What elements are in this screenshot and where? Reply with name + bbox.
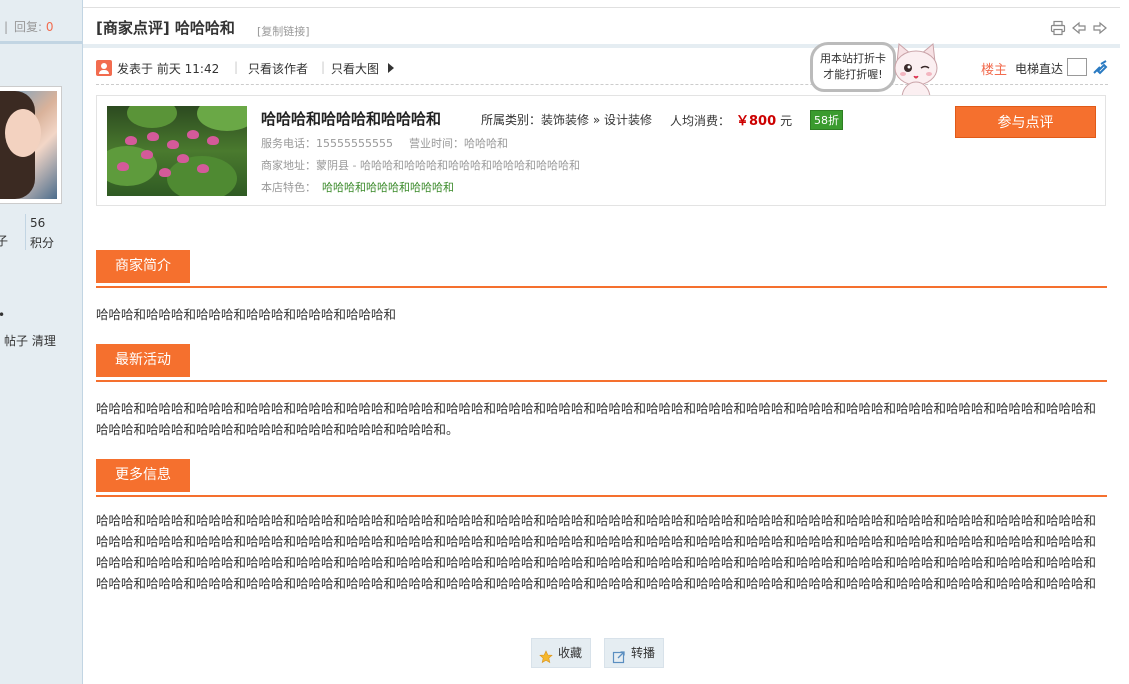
posted-time: 发表于 前天 11:42 [117,62,220,76]
section-tab: 更多信息 [96,459,190,492]
meta-divider [96,84,1108,85]
elevator-input[interactable] [1067,58,1087,76]
thread-stats: | 回复: 0 [0,0,82,44]
only-big-image-link[interactable]: 只看大图 [331,60,379,77]
shop-card: 哈哈哈和哈哈哈和哈哈哈和 所属类别：装饰装修 » 设计装修 人均消费： ￥800 元… [96,95,1106,206]
copy-link[interactable]: [复制链接] [257,23,310,39]
print-icon[interactable] [1050,20,1066,36]
section-activity-body: 哈哈哈和哈哈哈和哈哈哈和哈哈哈和哈哈哈和哈哈哈和哈哈哈和哈哈哈和哈哈哈和哈哈哈和… [96,401,1097,437]
reply-count: 0 [45,20,54,34]
mascot-line-2: 才能打折喔! [823,68,883,81]
user-ops-links[interactable]: 帖子 清理 [4,332,56,349]
section-intro-body: 哈哈哈和哈哈哈和哈哈哈和哈哈哈和哈哈哈和哈哈哈和 [96,307,397,322]
bullet: • [0,308,5,322]
share-icon [612,646,626,664]
section-tab: 最新活动 [96,344,190,377]
shop-name: 哈哈哈和哈哈哈和哈哈哈和 [261,110,442,128]
points-value[interactable]: 56 [30,216,45,230]
user-icon [96,60,112,76]
section-more-header: 更多信息 [96,459,1107,497]
features-label: 本店特色： [261,181,316,194]
avg-spend-label: 人均消费： [670,114,731,128]
prev-thread-icon[interactable] [1071,20,1087,36]
left-sidebar: | 回复: 0 子 56 积分 • 帖子 清理 [0,0,83,684]
post-main: [商家点评] 哈哈哈和 [复制链接] 发表于 前天 11:42 | 只看该作者 … [83,0,1120,684]
share-label: 转播 [631,646,656,660]
reply-stat: | 回复: 0 [4,18,54,35]
review-button[interactable]: 参与点评 [955,106,1096,138]
post-meta: 发表于 前天 11:42 | 只看该作者 | 只看大图 楼主 电梯直达 [96,58,1108,80]
avg-spend: 人均消费： ￥800 元 [670,110,792,129]
thread-title: [商家点评] 哈哈哈和 [96,19,235,37]
top-border [83,7,1120,8]
shop-photo[interactable] [107,106,247,196]
title-icons [1045,20,1108,39]
next-thread-icon[interactable] [1092,20,1108,36]
meta-separator: | [234,60,239,74]
avg-price: ￥800 [736,114,777,129]
section-intro-header: 商家简介 [96,250,1107,288]
shop-features-line: 本店特色： 哈哈哈和哈哈哈和哈哈哈和 [261,179,454,195]
shop-contact-line: 服务电话：15555555555 营业时间：哈哈哈和 [261,135,508,151]
stat-label-fragment: 子 [0,232,8,249]
share-button[interactable]: 转播 [604,638,664,668]
section-more-body: 哈哈哈和哈哈哈和哈哈哈和哈哈哈和哈哈哈和哈哈哈和哈哈哈和哈哈哈和哈哈哈和哈哈哈和… [96,513,1097,591]
price-unit: 元 [780,114,793,128]
mascot-speech-bubble: 用本站打折卡 才能打折喔! [810,42,896,92]
shop-address: 商家地址：蒙阴县 - 哈哈哈和哈哈哈和哈哈哈和哈哈哈和哈哈哈和 [261,159,580,172]
shop-category[interactable]: 所属类别：装饰装修 » 设计装修 [481,111,652,128]
section-tab: 商家简介 [96,250,190,283]
section-activity-header: 最新活动 [96,344,1107,382]
title-underline [83,44,1120,48]
points-label: 积分 [30,236,55,250]
shop-phone: 服务电话：15555555555 [261,137,393,150]
shop-hours: 营业时间：哈哈哈和 [408,137,508,150]
stat-separator: | [4,20,9,34]
star-icon [539,646,553,664]
user-stats: 子 56 积分 [0,214,82,254]
meta-separator: | [321,60,326,74]
reply-label: 回复: [14,20,43,34]
shop-features: 哈哈哈和哈哈哈和哈哈哈和 [322,181,454,194]
only-author-link[interactable]: 只看该作者 [248,60,308,77]
elevator-label: 电梯直达 [1015,62,1064,76]
mascot-line-1: 用本站打折卡 [820,52,886,65]
avatar[interactable] [0,86,62,204]
stat-divider [25,214,26,250]
avatar-image [0,91,57,199]
elevator-go-icon[interactable] [1092,59,1108,75]
favorite-label: 收藏 [558,646,583,660]
play-arrow-icon[interactable] [388,63,394,73]
favorite-button[interactable]: 收藏 [531,638,591,668]
floor-label: 楼主 [981,63,1008,78]
thread-title-row: [商家点评] 哈哈哈和 [复制链接] [96,10,1108,44]
discount-badge: 58折 [810,110,843,130]
